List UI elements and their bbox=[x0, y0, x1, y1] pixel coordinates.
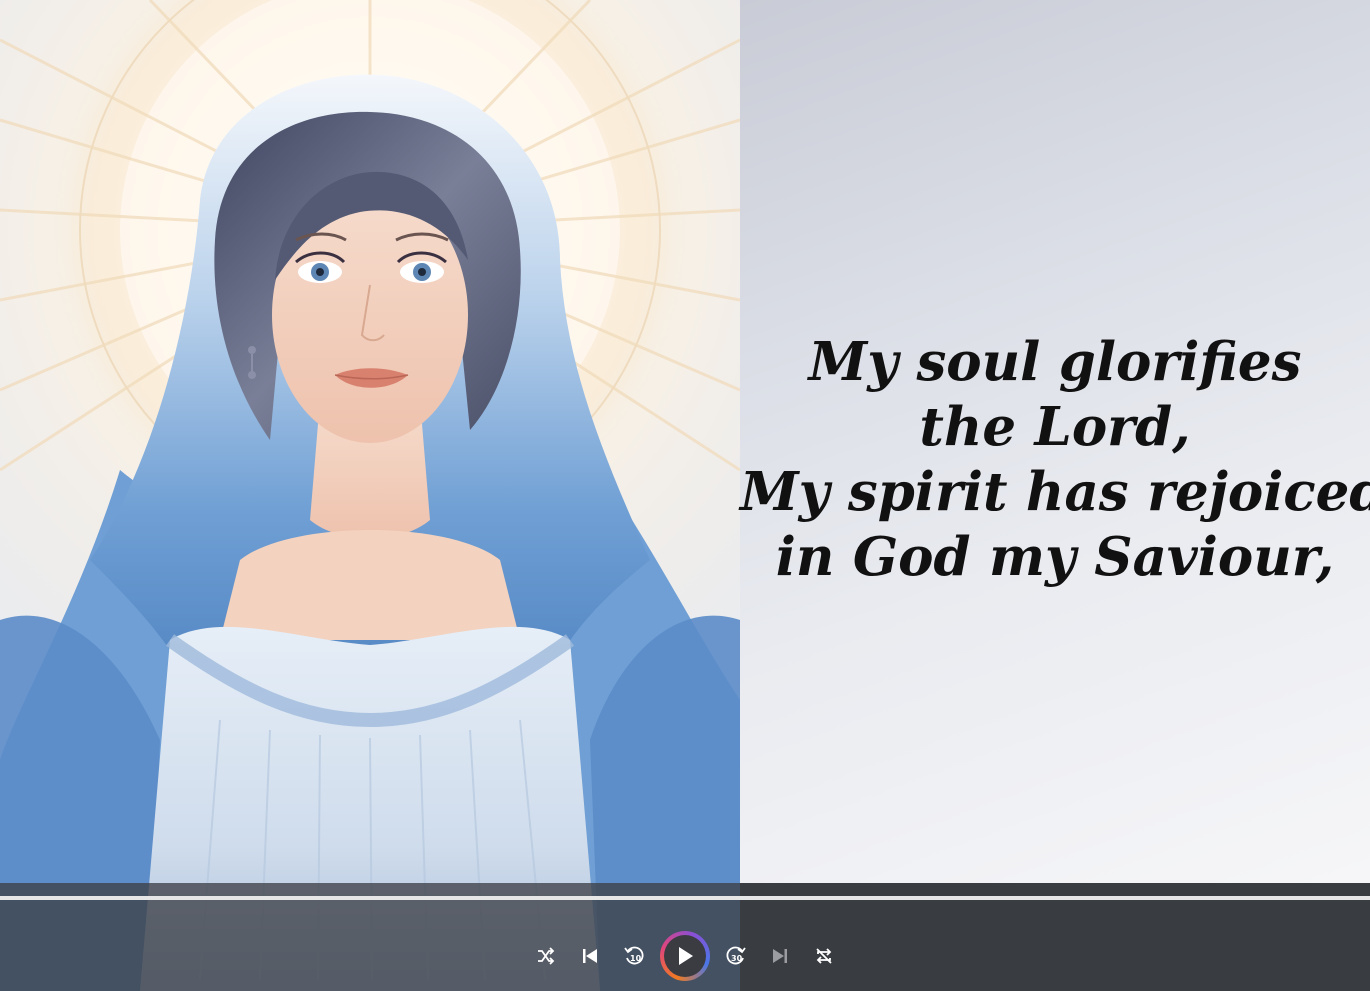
lyric-line: My spirit has rejoiced bbox=[740, 461, 1370, 523]
repeat-off-icon bbox=[816, 948, 832, 964]
forward-seconds-label: 30 bbox=[731, 954, 743, 963]
lyric-line: in God my Saviour, bbox=[775, 526, 1335, 588]
shuffle-button[interactable] bbox=[533, 943, 559, 969]
play-icon bbox=[679, 947, 693, 965]
rewind-button[interactable]: 10 bbox=[621, 943, 647, 969]
next-track-icon bbox=[773, 949, 787, 963]
previous-track-button[interactable] bbox=[577, 943, 603, 969]
madonna-illustration bbox=[0, 0, 740, 991]
video-player: My soul glorifies the Lord, My spirit ha… bbox=[0, 0, 1370, 991]
forward-button[interactable]: 30 bbox=[723, 943, 749, 969]
shuffle-icon bbox=[538, 947, 555, 965]
playback-controls: 10 30 bbox=[0, 931, 1370, 981]
play-button[interactable] bbox=[660, 931, 710, 981]
artwork-panel bbox=[0, 0, 740, 991]
previous-track-icon bbox=[583, 949, 597, 963]
lyrics-panel: My soul glorifies the Lord, My spirit ha… bbox=[740, 0, 1370, 883]
play-button-inner bbox=[664, 935, 706, 977]
player-control-bar: 10 30 bbox=[0, 883, 1370, 991]
lyric-line: My soul glorifies bbox=[808, 331, 1302, 393]
next-track-button[interactable] bbox=[767, 943, 793, 969]
lyrics-text: My soul glorifies the Lord, My spirit ha… bbox=[740, 330, 1370, 590]
repeat-button[interactable] bbox=[811, 943, 837, 969]
rewind-seconds-label: 10 bbox=[630, 954, 642, 963]
progress-bar[interactable] bbox=[0, 896, 1370, 900]
lyric-line: the Lord, bbox=[919, 396, 1191, 458]
progress-fill bbox=[0, 896, 1370, 900]
